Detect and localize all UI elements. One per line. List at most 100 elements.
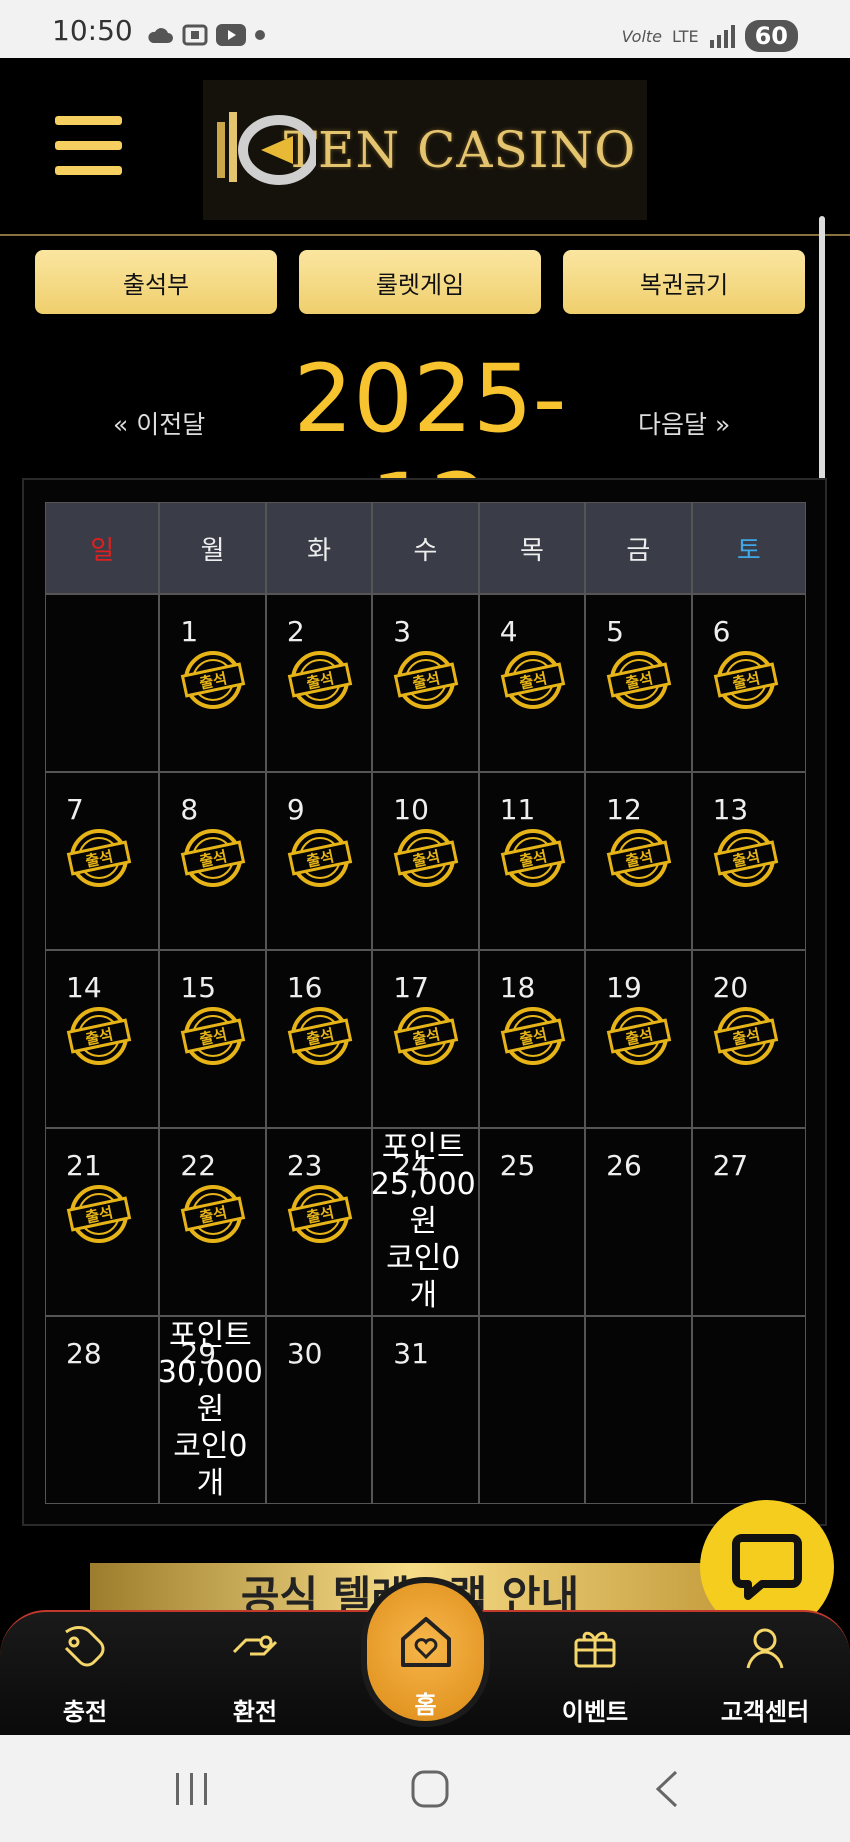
attendance-button[interactable]: 출석부 <box>35 250 277 314</box>
calendar-day-cell[interactable]: 20 출석 <box>691 950 806 1128</box>
calendar-day-cell[interactable]: 7 출석 <box>45 772 160 950</box>
weekday-label: 수 <box>372 502 479 594</box>
attendance-stamp-icon: 출석 <box>500 1007 565 1065</box>
gift-icon <box>574 1631 616 1668</box>
calendar-day-cell[interactable]: 12 출석 <box>585 772 692 950</box>
points-line: 개 <box>409 1278 438 1313</box>
calendar-day-cell[interactable]: 22 출석 <box>159 1128 266 1316</box>
exchange-icon <box>232 1635 278 1656</box>
attendance-stamp-icon: 출석 <box>394 1007 459 1065</box>
day-number: 14 <box>66 971 102 1004</box>
calendar-day-cell[interactable]: 27 <box>691 1128 806 1316</box>
logo[interactable]: TEN CASINO <box>203 80 647 220</box>
calendar-day-cell[interactable]: 19 출석 <box>585 950 692 1128</box>
day-number: 3 <box>393 615 412 648</box>
nav-exchange[interactable]: 환전 <box>170 1612 340 1737</box>
day-number: 5 <box>606 615 624 648</box>
calendar-day-cell[interactable]: 24 포인트 25,000 원 코인0 개 <box>371 1128 479 1316</box>
nav-home[interactable]: 홈 <box>361 1577 490 1727</box>
calendar-day-cell[interactable]: 14 출석 <box>45 950 160 1128</box>
nav-exchange-label: 환전 <box>232 1698 278 1726</box>
back-icon[interactable] <box>652 1769 682 1809</box>
calendar-day-cell[interactable]: 16 출석 <box>265 950 373 1128</box>
calendar-day-cell[interactable]: 31 <box>372 1316 479 1504</box>
day-number: 18 <box>499 971 536 1004</box>
home-icon[interactable] <box>410 1769 450 1809</box>
day-number: 2 <box>286 615 305 648</box>
logo-text: TEN CASINO <box>283 121 637 179</box>
nav-event[interactable]: 이벤트 <box>510 1612 680 1737</box>
day-number: 22 <box>180 1149 217 1182</box>
calendar-week-row: 28 29 포인트 30,000 원 코인0 개 30 31 <box>45 1316 806 1504</box>
day-number: 1 <box>180 615 199 648</box>
calendar-week-row: 21 출석 22 출석 23 출석 24 포인트 25,000 원 코인0 개 25 26 27 <box>45 1128 806 1316</box>
points-line: 포인트 <box>381 1130 465 1165</box>
nav-deposit[interactable]: 충전 <box>0 1612 170 1737</box>
lottery-button[interactable]: 복권긁기 <box>563 250 805 314</box>
weekday-label: 월 <box>159 502 266 594</box>
site-header: TEN CASINO <box>0 58 850 236</box>
calendar-day-cell[interactable]: 6 출석 <box>691 594 806 772</box>
calendar-day-cell[interactable]: 23 출석 <box>265 1128 373 1316</box>
attendance-stamp-icon: 출석 <box>287 829 353 887</box>
attendance-stamp-icon: 출석 <box>713 1007 778 1065</box>
points-line: 개 <box>196 1466 225 1501</box>
calendar-day-cell[interactable]: 8 출석 <box>159 772 266 950</box>
calendar-day-cell[interactable]: 1 출석 <box>159 594 266 772</box>
day-number: 25 <box>499 1149 536 1182</box>
calendar-day-cell[interactable]: 3 출석 <box>372 594 479 772</box>
calendar-day-cell[interactable]: 2 출석 <box>265 594 373 772</box>
calendar-day-cell <box>691 1316 806 1504</box>
calendar-day-cell[interactable]: 13 출석 <box>691 772 806 950</box>
menu-icon[interactable] <box>55 116 122 176</box>
volte-label: Volte <box>621 26 662 46</box>
calendar-day-cell[interactable]: 21 출석 <box>45 1128 160 1316</box>
calendar-day-cell[interactable]: 17 출석 <box>372 950 479 1128</box>
day-number: 9 <box>286 793 305 826</box>
signal-icon <box>709 25 735 48</box>
day-number: 6 <box>712 615 731 648</box>
calendar-day-cell[interactable]: 29 포인트 30,000 원 코인0 개 <box>158 1316 266 1504</box>
chat-bubble-icon <box>732 1534 802 1600</box>
next-month-link[interactable]: 다음달 » <box>638 405 730 441</box>
attendance-stamp-icon: 출석 <box>606 651 672 709</box>
day-number: 10 <box>393 793 429 826</box>
day-number: 13 <box>712 793 749 826</box>
calendar-day-cell[interactable]: 9 출석 <box>265 772 373 950</box>
calendar-week-row: 1 출석 2 출석 3 출석 4 출석 5 출석 6 출석 <box>45 594 806 772</box>
attendance-stamp-icon: 출석 <box>66 829 132 887</box>
attendance-stamp-icon: 출석 <box>66 1185 132 1243</box>
calendar-day-cell[interactable]: 10 출석 <box>372 772 479 950</box>
day-number: 31 <box>393 1337 429 1370</box>
calendar-day-cell[interactable]: 15 출석 <box>159 950 266 1128</box>
calendar-day-cell[interactable]: 25 <box>478 1128 586 1316</box>
status-time: 10:50 <box>52 14 133 47</box>
nav-support[interactable]: 고객센터 <box>680 1612 850 1737</box>
attendance-stamp-icon: 출석 <box>66 1007 132 1065</box>
calendar-day-cell[interactable]: 18 출석 <box>478 950 586 1128</box>
calendar-day-cell[interactable]: 5 출석 <box>585 594 692 772</box>
attendance-stamp-icon: 출석 <box>606 829 672 887</box>
calendar-day-cell[interactable]: 30 <box>265 1316 373 1504</box>
day-number: 27 <box>712 1149 749 1182</box>
youtube-icon <box>216 24 246 46</box>
calendar-day-cell[interactable]: 28 <box>45 1316 160 1504</box>
prev-month-link[interactable]: « 이전달 <box>113 405 205 441</box>
attendance-stamp-icon: 출석 <box>606 1007 672 1065</box>
calendar-week-row: 7 출석 8 출석 9 출석 10 출석 11 출석 12 출석 13 출석 <box>45 772 806 950</box>
day-number: 23 <box>286 1149 323 1182</box>
recent-apps-icon[interactable] <box>172 1771 212 1807</box>
nav-home-label: 홈 <box>414 1691 437 1719</box>
points-line: 30,000 <box>157 1355 263 1390</box>
calendar-day-cell[interactable]: 4 출석 <box>478 594 586 772</box>
home-heart-icon <box>401 1617 451 1667</box>
calendar-day-cell[interactable]: 11 출석 <box>478 772 586 950</box>
roulette-button[interactable]: 룰렛게임 <box>299 250 541 314</box>
calendar-day-cell[interactable]: 26 <box>585 1128 692 1316</box>
points-line: 코인0 <box>386 1241 461 1276</box>
weekday-label: 토 <box>691 502 806 594</box>
day-number: 30 <box>286 1337 323 1370</box>
screenshot-icon <box>182 24 208 46</box>
day-number: 28 <box>66 1337 102 1370</box>
attendance-stamp-icon: 출석 <box>500 829 565 887</box>
